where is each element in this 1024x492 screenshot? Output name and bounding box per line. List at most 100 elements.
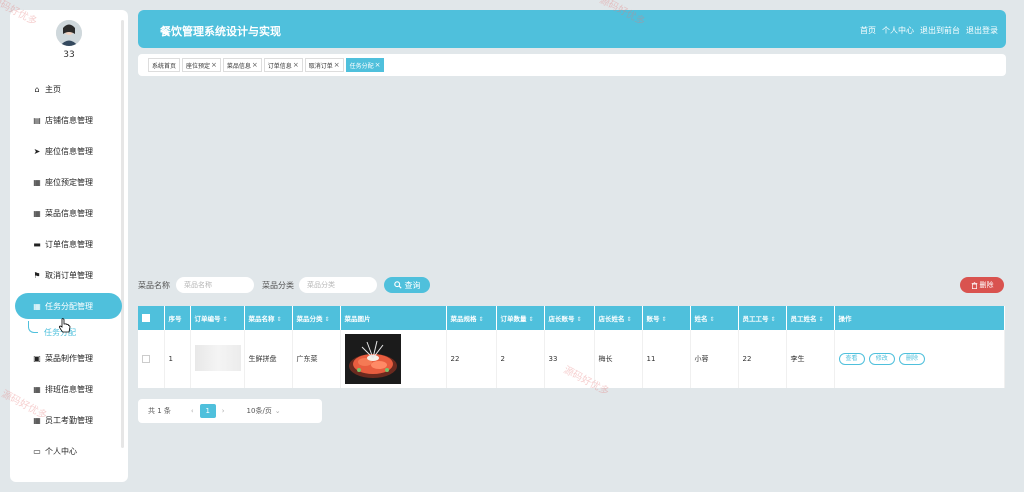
sidebar-menu: ⌂ 主页 ▤ 店铺信息管理 ➤ 座位信息管理 ▦ 座位预定管理 ▦ 菜品信息管理 ▬ 订单信… [10,74,128,467]
row-select-cell[interactable] [138,330,165,388]
staff-name-cell: 李生 [786,330,835,388]
nav-front-link[interactable]: 退出到前台 [920,25,960,36]
close-icon[interactable]: × [293,61,299,69]
header-nav: 首页 个人中心 退出到前台 退出登录 [860,25,998,36]
trash-icon [971,281,977,289]
redacted-order-number [194,345,241,371]
page-title: 餐饮管理系统设计与实现 [160,25,281,38]
tab-task-assign[interactable]: 任务分配 × [345,58,385,72]
column-header[interactable]: 订单编号 ⇕ [190,306,245,330]
column-header[interactable]: 员工工号 ⇕ [738,306,787,330]
menu-item-label: 排班信息管理 [45,385,93,394]
query-button[interactable]: 查询 [384,277,430,293]
tab-label: 订单信息 [267,62,292,70]
menu-item-label: 订单信息管理 [45,240,93,249]
tab-system-home[interactable]: 系统首页 [148,58,181,72]
avatar-image [56,20,82,46]
sort-icon[interactable]: ⇕ [325,316,330,323]
data-table: 序号 订单编号 ⇕ 菜品名称 ⇕ 菜品分类 ⇕ 菜品图片 菜品规格 ⇕ 订单数量 ⇕ 店长… [138,306,1005,388]
sort-icon[interactable]: ⇕ [771,316,776,323]
sort-icon[interactable]: ⇕ [710,316,715,323]
account-cell: 11 [642,330,691,388]
menu-item-shop[interactable]: ▤ 店铺信息管理 [10,105,128,136]
batch-delete-button[interactable]: 删除 [960,277,1004,293]
column-header[interactable]: 账号 ⇕ [642,306,691,330]
menu-item-profile[interactable]: ▭ 个人中心 [10,436,128,467]
sort-icon[interactable]: ⇕ [479,316,484,323]
chevron-down-icon: ⌄ [274,407,281,415]
sort-icon[interactable]: ⇕ [223,316,228,323]
menu-item-home[interactable]: ⌂ 主页 [10,74,128,105]
column-header[interactable]: 姓名 ⇕ [690,306,739,330]
spec-cell: 22 [446,330,497,388]
column-header: 菜品图片 [340,306,447,330]
column-header[interactable]: 店长姓名 ⇕ [594,306,643,330]
column-header[interactable]: 店长账号 ⇕ [544,306,595,330]
column-header[interactable]: 订单数量 ⇕ [496,306,545,330]
nav-home-link[interactable]: 首页 [860,25,876,36]
home-icon: ⌂ [34,85,40,94]
sort-icon[interactable]: ⇕ [627,316,632,323]
prev-page-button[interactable]: ‹ [191,407,194,415]
search-bar: 菜品名称 菜品分类 查询 删除 [138,277,1006,293]
close-icon[interactable]: × [252,61,258,69]
dish-image[interactable] [344,334,401,384]
dish-name-cell: 生鲜拼盘 [244,330,293,388]
menu-item-attendance[interactable]: ▦ 员工考勤管理 [10,405,128,436]
select-all-header[interactable] [138,306,165,330]
menu-item-seat-booking[interactable]: ▦ 座位预定管理 [10,167,128,198]
sort-icon[interactable]: ⇕ [819,316,824,323]
menu-item-dish[interactable]: ▦ 菜品信息管理 [10,198,128,229]
nav-profile-link[interactable]: 个人中心 [882,25,914,36]
column-header[interactable]: 菜品规格 ⇕ [446,306,497,330]
tab-label: 系统首页 [152,62,177,70]
send-icon: ➤ [33,147,41,156]
sort-icon[interactable]: ⇕ [662,316,667,323]
sort-icon[interactable]: ⇕ [529,316,534,323]
monitor-icon: ▬ [33,240,41,249]
table-row[interactable]: 1 生鲜拼盘 广东菜 22 2 33 梅长 11 小蓉 22 李生 查看 修改 … [138,330,1005,388]
page-size-select[interactable]: 10条/页 ⌄ [247,406,281,416]
menu-item-cancel-order[interactable]: ⚑ 取消订单管理 [10,260,128,291]
search-icon [393,281,402,289]
edit-button[interactable]: 修改 [868,353,895,365]
column-label: 员工工号 [742,315,769,323]
menu-item-label: 座位信息管理 [45,147,93,156]
tab-label: 座位预定 [186,62,211,70]
menu-item-schedule[interactable]: ▦ 排班信息管理 [10,374,128,405]
dish-category-label: 菜品分类 [262,281,294,290]
avatar[interactable] [56,20,82,46]
menu-item-task-assign[interactable]: ▦ 任务分配管理 [15,293,122,319]
delete-button[interactable]: 删除 [899,353,926,365]
column-header[interactable]: 菜品名称 ⇕ [244,306,293,330]
sort-icon[interactable]: ⇕ [277,316,282,323]
close-icon[interactable]: × [334,61,340,69]
tab-seat-booking[interactable]: 座位预定 × [182,58,221,72]
view-button[interactable]: 查看 [838,353,865,365]
next-page-button[interactable]: › [222,407,225,415]
tab-cancel-order[interactable]: 取消订单 × [304,58,344,72]
column-header[interactable]: 员工姓名 ⇕ [786,306,835,330]
select-all-checkbox[interactable] [142,314,150,322]
dish-image-cell [340,330,447,388]
close-icon[interactable]: × [375,61,381,69]
menu-item-seat[interactable]: ➤ 座位信息管理 [10,136,128,167]
nav-logout-link[interactable]: 退出登录 [966,25,998,36]
tab-dish-info[interactable]: 菜品信息 × [222,58,262,72]
menu-item-dish-making[interactable]: ▣ 菜品制作管理 [10,343,128,374]
dish-name-input[interactable] [176,277,254,293]
dish-category-input[interactable] [299,277,377,293]
index-cell: 1 [164,330,191,388]
page-number-current[interactable]: 1 [199,404,216,418]
menu-item-label: 个人中心 [45,447,77,456]
tab-order-info[interactable]: 订单信息 × [263,58,303,72]
close-icon[interactable]: × [211,61,217,69]
row-checkbox[interactable] [142,355,150,363]
grid-icon: ▦ [33,416,41,425]
column-header[interactable]: 菜品分类 ⇕ [292,306,341,330]
menu-item-order[interactable]: ▬ 订单信息管理 [10,229,128,260]
hand-cursor-icon [58,318,71,333]
column-label: 操作 [838,315,852,323]
column-label: 店长账号 [548,315,575,323]
sort-icon[interactable]: ⇕ [577,316,582,323]
